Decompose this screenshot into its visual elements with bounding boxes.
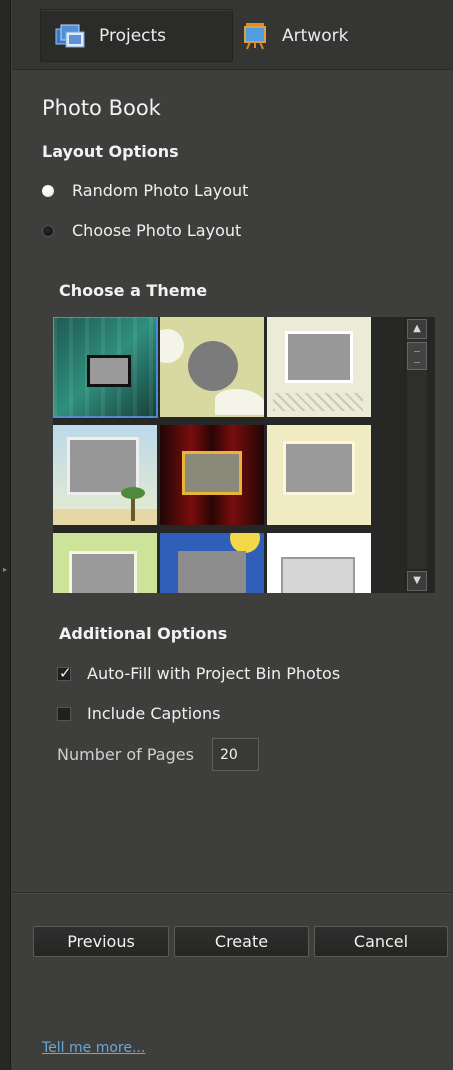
theme-thumb-1[interactable] — [53, 317, 158, 418]
captions-checkbox[interactable] — [57, 706, 71, 721]
tab-projects-label: Projects — [99, 25, 167, 46]
captions-checkbox-row[interactable]: Include Captions — [57, 704, 220, 723]
layout-options-heading: Layout Options — [42, 142, 179, 161]
additional-options-heading: Additional Options — [59, 624, 228, 643]
theme-scrollbar[interactable]: ▲ ▼ — [404, 317, 435, 593]
theme-thumb-3[interactable] — [267, 317, 371, 417]
artwork-icon — [242, 22, 268, 50]
page-title: Photo Book — [42, 96, 161, 120]
radio-unselected-indicator[interactable] — [42, 224, 54, 237]
choose-theme-heading: Choose a Theme — [59, 281, 208, 300]
theme-thumb-6[interactable] — [267, 425, 371, 525]
theme-thumb-4[interactable] — [53, 425, 157, 525]
radio-choose-layout[interactable]: Choose Photo Layout — [42, 221, 241, 240]
panel-collapse-strip[interactable]: ▸ — [0, 0, 11, 1070]
number-of-pages-label: Number of Pages — [57, 745, 194, 764]
scroll-thumb[interactable] — [407, 342, 427, 370]
theme-grid: ▲ ▼ — [53, 317, 435, 593]
tab-projects[interactable]: Projects — [40, 9, 233, 62]
radio-choose-layout-label: Choose Photo Layout — [72, 221, 242, 240]
previous-button[interactable]: Previous — [33, 926, 169, 957]
divider-highlight — [12, 893, 453, 894]
projects-icon — [55, 23, 85, 49]
theme-thumb-8[interactable] — [160, 533, 264, 593]
tab-artwork-label: Artwork — [282, 25, 349, 46]
radio-selected-indicator[interactable] — [42, 184, 54, 197]
theme-thumb-9[interactable] — [267, 533, 371, 593]
create-panel: Projects Artwork Photo Book Layout Optio… — [12, 0, 453, 1070]
theme-thumb-7[interactable] — [53, 533, 157, 593]
number-of-pages-input[interactable] — [211, 738, 259, 771]
radio-random-layout-label: Random Photo Layout — [72, 181, 249, 200]
panel-tabbar: Projects Artwork — [12, 0, 453, 70]
collapse-arrow-icon[interactable]: ▸ — [3, 565, 8, 579]
number-of-pages-row: Number of Pages — [57, 738, 259, 771]
autofill-checkbox-row[interactable]: Auto-Fill with Project Bin Photos — [57, 664, 340, 683]
captions-label: Include Captions — [87, 704, 221, 723]
autofill-label: Auto-Fill with Project Bin Photos — [87, 664, 341, 683]
theme-thumb-2[interactable] — [160, 317, 264, 417]
cancel-button[interactable]: Cancel — [314, 926, 448, 957]
radio-random-layout[interactable]: Random Photo Layout — [42, 181, 248, 200]
tell-me-more-link[interactable]: Tell me more... — [42, 1040, 145, 1056]
scroll-track[interactable] — [407, 339, 427, 569]
scroll-up-arrow-icon[interactable]: ▲ — [407, 319, 427, 339]
tab-artwork[interactable]: Artwork — [234, 9, 414, 62]
theme-thumb-5[interactable] — [160, 425, 264, 525]
autofill-checkbox[interactable] — [57, 664, 72, 682]
scroll-down-arrow-icon[interactable]: ▼ — [407, 571, 427, 591]
create-button[interactable]: Create — [174, 926, 309, 957]
